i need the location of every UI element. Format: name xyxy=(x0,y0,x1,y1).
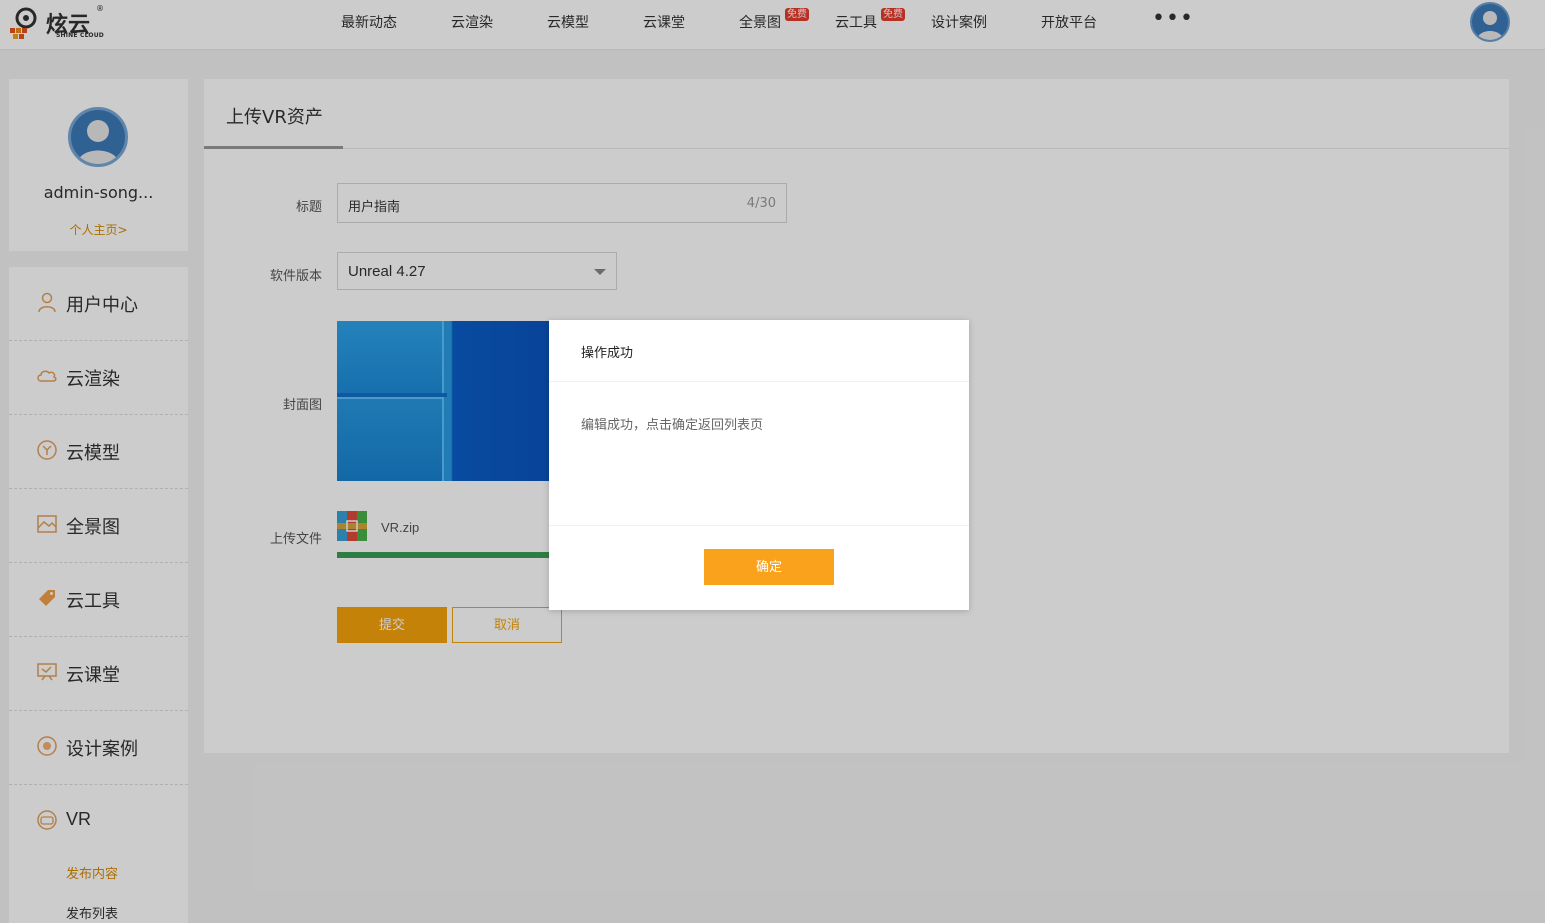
dialog-header-divider xyxy=(549,381,969,382)
dialog-message: 编辑成功，点击确定返回列表页 xyxy=(581,418,764,433)
dialog-title: 操作成功 xyxy=(581,346,634,361)
success-dialog: 操作成功 编辑成功，点击确定返回列表页 确定 xyxy=(549,320,969,610)
confirm-button[interactable]: 确定 xyxy=(704,549,834,585)
dialog-footer-divider xyxy=(549,525,969,526)
